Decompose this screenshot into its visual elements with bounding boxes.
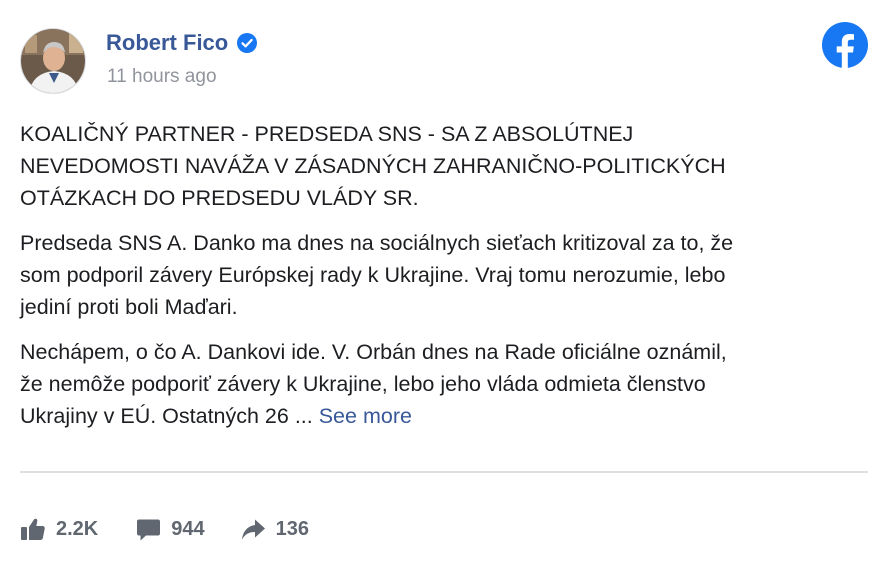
thumbs-up-icon [20, 516, 46, 542]
like-count: 2.2K [56, 517, 99, 540]
comment-count: 944 [171, 517, 205, 540]
share-count: 136 [275, 517, 309, 540]
author-name[interactable]: Robert Fico [106, 30, 228, 56]
profile-photo [21, 29, 85, 93]
see-more-link[interactable]: See more [319, 404, 412, 428]
avatar[interactable] [20, 28, 86, 94]
like-button[interactable]: 2.2K [20, 516, 98, 542]
author-row: Robert Fico [106, 30, 258, 56]
post-body: KOALIČNÝ PARTNER - PREDSEDA SNS - SA Z A… [20, 118, 868, 445]
post-paragraph: Predseda SNS A. Danko ma dnes na sociáln… [20, 231, 734, 319]
facebook-logo-icon [822, 22, 868, 73]
post-paragraph: Nechápem, o čo A. Dankovi ide. V. Orbán … [20, 336, 868, 432]
verified-badge-icon [236, 32, 258, 54]
divider [20, 471, 868, 473]
reaction-bar: 2.2K 944 136 [20, 516, 309, 542]
share-button[interactable]: 136 [241, 518, 309, 541]
comment-button[interactable]: 944 [136, 517, 205, 542]
post-headline: KOALIČNÝ PARTNER - PREDSEDA SNS - SA Z A… [20, 122, 726, 210]
post-timestamp[interactable]: 11 hours ago [107, 66, 217, 88]
comment-bubble-icon [136, 517, 161, 542]
share-arrow-icon [241, 518, 266, 541]
